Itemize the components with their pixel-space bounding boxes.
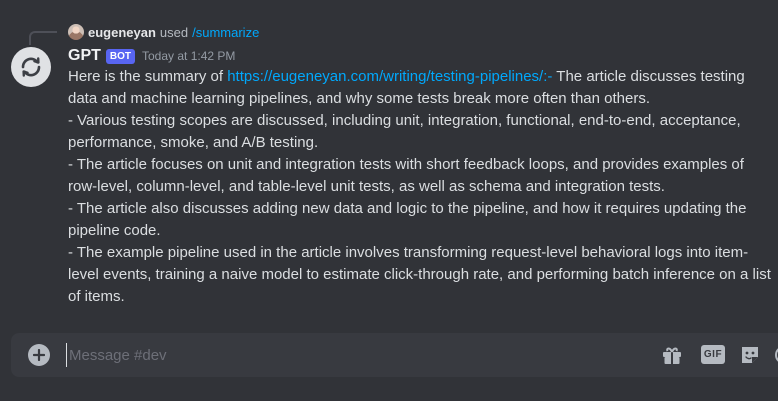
user-avatar-icon[interactable]	[68, 24, 84, 40]
reply-username[interactable]: eugeneyan	[88, 25, 156, 40]
attach-button[interactable]	[28, 344, 50, 366]
bot-badge: BOT	[105, 48, 135, 64]
chat-message: eugeneyan used /summarize GPT BOT Today …	[0, 0, 778, 320]
command-reply-header: eugeneyan used /summarize	[68, 23, 259, 41]
message-input[interactable]	[66, 343, 629, 367]
summary-point: - Various testing scopes are discussed, …	[68, 112, 741, 151]
author-name[interactable]: GPT	[68, 47, 101, 65]
bot-avatar[interactable]	[11, 47, 51, 87]
summary-intro: Here is the summary of https://eugeneyan…	[68, 66, 772, 110]
message-composer: GIF	[11, 333, 778, 377]
slash-command-link[interactable]: /summarize	[192, 25, 259, 40]
summary-point: - The article also discusses adding new …	[68, 200, 747, 239]
gif-button[interactable]: GIF	[701, 345, 725, 364]
reply-connector	[29, 31, 57, 45]
summary-point: - The example pipeline used in the artic…	[68, 244, 771, 305]
message-timestamp[interactable]: Today at 1:42 PM	[142, 49, 235, 63]
summary-point: - The article focuses on unit and integr…	[68, 156, 744, 195]
message-header: GPT BOT Today at 1:42 PM	[68, 45, 235, 67]
reply-used-label: used	[159, 24, 189, 40]
article-link[interactable]: https://eugeneyan.com/writing/testing-pi…	[227, 68, 552, 85]
intro-text: Here is the summary of	[68, 68, 228, 85]
gift-icon[interactable]	[661, 344, 683, 366]
message-content: Here is the summary of https://eugeneyan…	[68, 66, 772, 308]
sticker-icon[interactable]	[739, 344, 761, 366]
refresh-arrows-icon	[21, 57, 41, 77]
plus-circle-icon	[33, 349, 45, 361]
